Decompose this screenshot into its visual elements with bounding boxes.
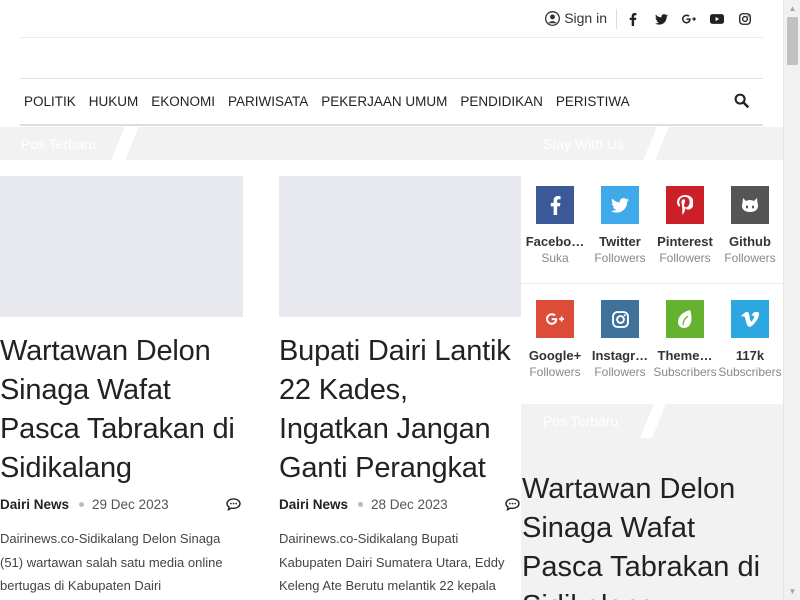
header-social-links — [619, 10, 759, 28]
social-counter-facebook[interactable]: Facebo… Suka — [522, 186, 588, 265]
post-excerpt: Dairinews.co-Sidikalang Delon Sinaga (51… — [0, 531, 223, 593]
social-count-label: Followers — [659, 251, 711, 265]
search-icon[interactable] — [734, 93, 749, 113]
social-name: Github — [729, 234, 771, 249]
sign-in-link[interactable]: Sign in — [545, 10, 607, 26]
social-counter-pinterest[interactable]: Pinterest Followers — [652, 186, 718, 265]
nav-item-peristiwa[interactable]: PERISTIWA — [556, 94, 630, 109]
user-icon — [545, 10, 561, 26]
sign-in-label: Sign in — [564, 10, 607, 26]
social-count-label: Subscribers — [653, 365, 717, 379]
social-count-label: Followers — [529, 365, 581, 379]
nav-item-politik[interactable]: POLITIK — [24, 94, 76, 109]
scroll-up-arrow-icon[interactable]: ▲ — [784, 0, 800, 17]
post-card[interactable]: Bupati Dairi Lantik 22 Kades, Ingatkan J… — [279, 176, 522, 488]
post-title[interactable]: Wartawan Delon Sinaga Wafat Pasca Tabrak… — [0, 332, 243, 488]
post-author[interactable]: Dairi News — [0, 497, 69, 512]
social-name: Pinterest — [657, 234, 713, 249]
facebook-icon[interactable] — [619, 10, 647, 28]
social-count-label: Followers — [594, 251, 646, 265]
stay-with-us-title: Stay With Us — [543, 136, 624, 152]
post-card[interactable]: Wartawan Delon Sinaga Wafat Pasca Tabrak… — [0, 176, 243, 488]
twitter-icon[interactable] — [647, 10, 675, 28]
divider — [616, 9, 617, 29]
social-count-label: Suka — [541, 251, 569, 265]
comment-icon[interactable] — [226, 498, 241, 514]
facebook-icon[interactable] — [536, 186, 574, 224]
social-count-label: Followers — [724, 251, 776, 265]
social-count-label: Subscribers — [718, 365, 782, 379]
social-name: Theme… — [657, 348, 713, 363]
sidebar-post-title[interactable]: Wartawan Delon Sinaga Wafat Pasca Tabrak… — [522, 470, 782, 600]
post-thumbnail[interactable] — [279, 176, 522, 317]
scrollbar-thumb[interactable] — [787, 17, 798, 65]
social-count-label: Followers — [594, 365, 646, 379]
nav-item-pendidikan[interactable]: PENDIDIKAN — [460, 94, 543, 109]
nav-item-pariwisata[interactable]: PARIWISATA — [228, 94, 308, 109]
social-name: Google+ — [528, 348, 582, 363]
vimeo-icon[interactable] — [731, 300, 769, 338]
social-name: Instagr… — [591, 348, 649, 363]
post-title[interactable]: Bupati Dairi Lantik 22 Kades, Ingatkan J… — [279, 332, 522, 488]
social-name: 117k — [735, 348, 765, 363]
social-counter-twitter[interactable]: Twitter Followers — [587, 186, 653, 265]
youtube-icon[interactable] — [703, 10, 731, 28]
nav-item-ekonomi[interactable]: EKONOMI — [151, 94, 215, 109]
social-counter-widget: Facebo… Suka Twitter Followers Pinterest… — [521, 160, 783, 410]
google-plus-icon[interactable] — [536, 300, 574, 338]
nav-item-pekerjaan-umum[interactable]: PEKERJAAN UMUM — [321, 94, 447, 109]
social-counter-instagram[interactable]: Instagr… Followers — [587, 300, 653, 379]
themeforest-icon[interactable] — [666, 300, 704, 338]
section-title: Pos Terbaru — [21, 136, 97, 152]
social-counter-themeforest[interactable]: Theme… Subscribers — [652, 300, 718, 379]
scroll-down-arrow-icon[interactable]: ▼ — [784, 583, 800, 600]
instagram-icon[interactable] — [601, 300, 639, 338]
instagram-icon[interactable] — [731, 10, 759, 28]
comment-icon[interactable] — [505, 498, 520, 514]
social-counter-github[interactable]: Github Followers — [717, 186, 783, 265]
github-icon[interactable] — [731, 186, 769, 224]
twitter-icon[interactable] — [601, 186, 639, 224]
top-bar: Sign in — [20, 0, 763, 38]
social-counter-row: Google+ Followers Instagr… Followers The… — [521, 285, 783, 409]
post-meta: Dairi News 29 Dec 2023 — [0, 497, 243, 512]
post-date: 28 Dec 2023 — [371, 497, 448, 512]
main-navigation: POLITIK HUKUM EKONOMI PARIWISATA PEKERJA… — [20, 78, 763, 126]
post-excerpt: Dairinews.co-Sidikalang Bupati Kabupaten… — [279, 531, 505, 593]
post-date: 29 Dec 2023 — [92, 497, 169, 512]
social-name: Twitter — [599, 234, 641, 249]
post-thumbnail[interactable] — [0, 176, 243, 317]
social-name: Facebo… — [525, 234, 585, 249]
google-plus-icon[interactable] — [675, 10, 703, 28]
post-author[interactable]: Dairi News — [279, 497, 348, 512]
post-meta: Dairi News 28 Dec 2023 — [279, 497, 522, 512]
pinterest-icon[interactable] — [666, 186, 704, 224]
meta-separator — [358, 502, 364, 507]
nav-item-hukum[interactable]: HUKUM — [89, 94, 139, 109]
social-counter-row: Facebo… Suka Twitter Followers Pinterest… — [521, 160, 783, 284]
sidebar-recent-title: Pos Terbaru — [543, 413, 619, 429]
social-counter-vimeo[interactable]: 117k Subscribers — [717, 300, 783, 379]
page-scrollbar[interactable]: ▲ ▼ — [783, 0, 800, 600]
social-counter-google-plus[interactable]: Google+ Followers — [522, 300, 588, 379]
meta-separator — [79, 502, 85, 507]
